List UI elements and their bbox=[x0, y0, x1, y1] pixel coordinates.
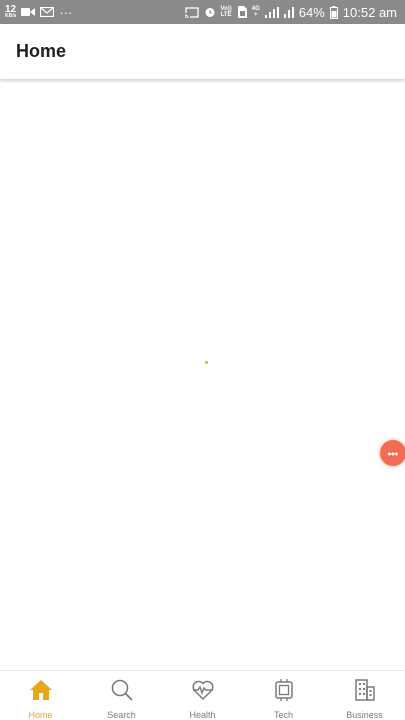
loading-indicator bbox=[205, 361, 208, 364]
gmail-icon bbox=[40, 7, 55, 17]
home-icon bbox=[28, 677, 54, 703]
main-content: ●●● bbox=[0, 79, 405, 670]
building-icon bbox=[352, 677, 378, 703]
chip-icon bbox=[271, 677, 297, 703]
status-bar-left: 12 KB/s ··· bbox=[5, 4, 73, 20]
network-speed-unit: KB/s bbox=[5, 12, 17, 19]
app-bar: Home bbox=[0, 24, 405, 79]
battery-percent: 64% bbox=[298, 4, 325, 20]
search-icon bbox=[109, 677, 135, 703]
bubble-icon: ●●● bbox=[387, 450, 399, 456]
alarm-icon bbox=[204, 6, 216, 18]
nav-item-health[interactable]: Health bbox=[162, 671, 243, 720]
network-type-indicator: 4G + bbox=[252, 6, 260, 18]
signal-strength-icon bbox=[264, 6, 279, 18]
bottom-navigation: Home Search Health Tech Business bbox=[0, 670, 405, 720]
volte-bottom-text: LTE bbox=[220, 12, 232, 18]
cast-icon bbox=[184, 6, 199, 18]
nav-label-home: Home bbox=[28, 710, 53, 720]
signal-strength-2-icon bbox=[283, 6, 294, 18]
nav-item-search[interactable]: Search bbox=[81, 671, 162, 720]
status-bar: 12 KB/s ··· Vo)) LTE 4G + 64% 10:52 am bbox=[0, 0, 405, 24]
nav-label-tech: Tech bbox=[273, 710, 293, 720]
page-title: Home bbox=[16, 41, 67, 61]
sim-card-icon bbox=[237, 6, 247, 18]
nav-item-business[interactable]: Business bbox=[324, 671, 405, 720]
nav-item-home[interactable]: Home bbox=[0, 671, 81, 720]
volte-indicator: Vo)) LTE bbox=[221, 6, 232, 18]
nav-label-business: Business bbox=[346, 710, 383, 720]
nav-label-search: Search bbox=[107, 710, 136, 720]
floating-chat-bubble[interactable]: ●●● bbox=[380, 440, 405, 466]
nav-item-tech[interactable]: Tech bbox=[243, 671, 324, 720]
battery-icon bbox=[329, 5, 338, 19]
video-camera-icon bbox=[21, 7, 36, 17]
clock: 10:52 am bbox=[342, 4, 397, 20]
more-notifications-icon: ··· bbox=[59, 4, 73, 20]
network-speed: 12 KB/s bbox=[5, 4, 17, 19]
status-bar-right: Vo)) LTE 4G + 64% 10:52 am bbox=[184, 4, 397, 20]
network-type-bottom-text: + bbox=[254, 12, 258, 18]
heart-pulse-icon bbox=[190, 677, 216, 703]
nav-label-health: Health bbox=[189, 710, 216, 720]
